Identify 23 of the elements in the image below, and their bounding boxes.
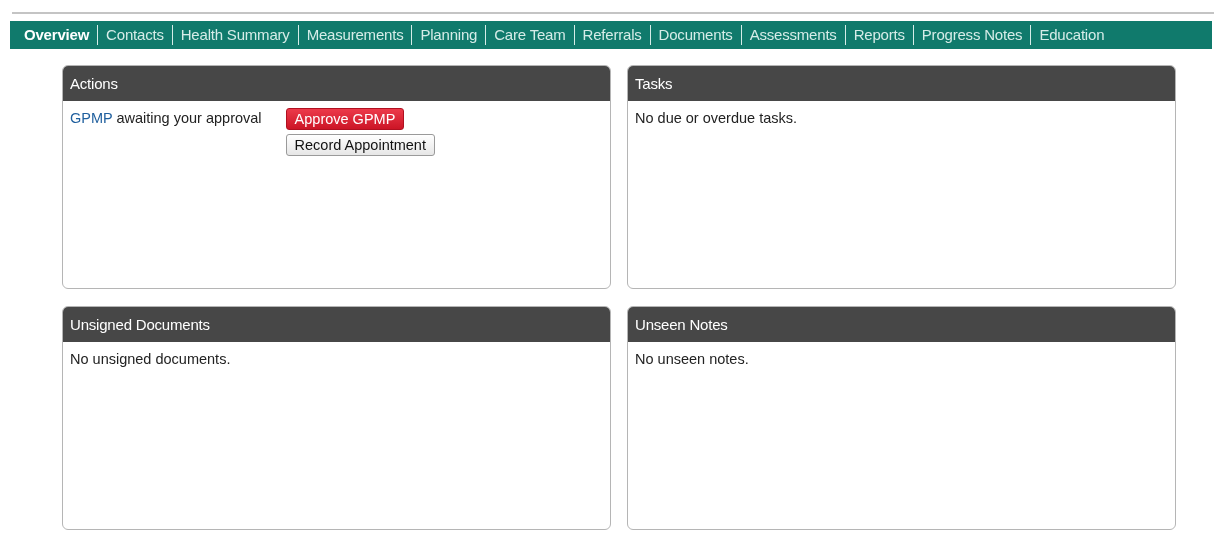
nav-tab[interactable]: Education xyxy=(1030,25,1113,45)
nav-tab[interactable]: Planning xyxy=(411,25,486,45)
nav-tab[interactable]: Measurements xyxy=(297,25,412,45)
nav-tab[interactable]: Assessments xyxy=(740,25,845,45)
nav-tab[interactable]: Reports xyxy=(844,25,913,45)
nav-tab[interactable]: Contacts xyxy=(97,25,172,45)
nav-tab[interactable]: Documents xyxy=(649,25,741,45)
empty-message: No due or overdue tasks. xyxy=(635,110,797,126)
record-appointment-button[interactable]: Record Appointment xyxy=(285,134,435,156)
panel-header: Actions xyxy=(63,66,610,101)
nav-tab[interactable]: Care Team xyxy=(485,25,574,45)
approval-text: GPMP awaiting your approval xyxy=(70,110,262,128)
empty-message: No unseen notes. xyxy=(635,351,749,367)
nav-tab[interactable]: Referrals xyxy=(573,25,650,45)
panel-header: Unsigned Documents xyxy=(63,307,610,342)
nav-tab[interactable]: Progress Notes xyxy=(912,25,1031,45)
panel-header: Unseen Notes xyxy=(628,307,1175,342)
panel-header: Tasks xyxy=(628,66,1175,101)
gpmp-link[interactable]: GPMP xyxy=(70,110,113,126)
approve-button[interactable]: Approve GPMP xyxy=(285,108,405,130)
nav-tab[interactable]: Overview xyxy=(16,25,98,45)
nav-tab[interactable]: Health Summary xyxy=(171,25,298,45)
empty-message: No unsigned documents. xyxy=(70,351,231,367)
